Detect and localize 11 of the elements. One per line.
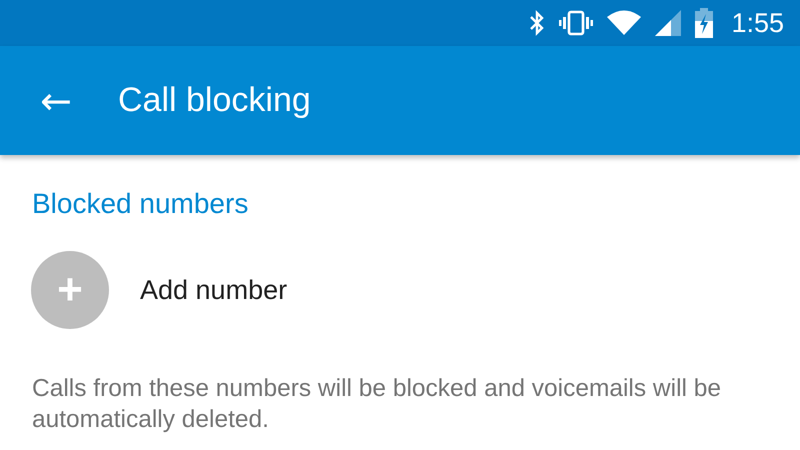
add-number-label[interactable]: Add number — [140, 274, 288, 306]
screen-title: Call blocking — [118, 81, 311, 120]
vibrate-icon — [559, 10, 594, 36]
bluetooth-icon — [529, 10, 546, 36]
back-button[interactable]: ← — [36, 82, 76, 120]
description-text: Calls from these numbers will be blocked and voicemails will be automatically deleted. — [32, 374, 722, 435]
clock: 1:55 — [731, 8, 784, 38]
signal-icon — [655, 10, 682, 36]
section-header: Blocked numbers — [32, 187, 250, 221]
battery-icon — [695, 8, 714, 38]
wifi-icon — [607, 10, 642, 36]
